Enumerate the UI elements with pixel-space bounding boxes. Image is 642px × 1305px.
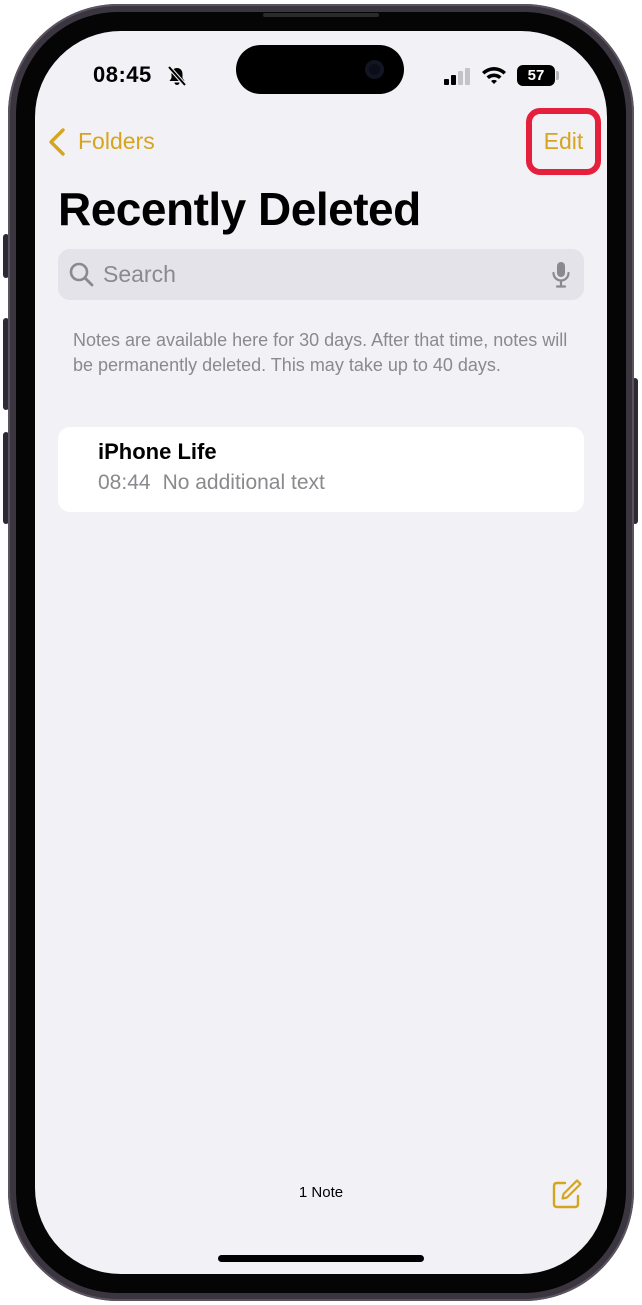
- bell-slash-icon: [166, 65, 188, 92]
- edit-button[interactable]: Edit: [532, 127, 595, 155]
- screen: 08:45 57 Folders Edit Recently Deleted S…: [35, 31, 607, 1274]
- note-title: iPhone Life: [98, 439, 217, 464]
- search-bar[interactable]: [58, 249, 584, 300]
- battery-icon: 57: [517, 65, 561, 86]
- back-label: Folders: [78, 128, 155, 154]
- compose-new-note-icon[interactable]: [551, 1178, 583, 1215]
- note-preview: No additional text: [162, 471, 325, 494]
- note-count: 1 Note: [298, 1184, 344, 1201]
- front-camera: [365, 60, 384, 79]
- page-title: Recently Deleted: [58, 183, 421, 235]
- search-input[interactable]: [103, 249, 533, 300]
- home-indicator[interactable]: [218, 1255, 424, 1262]
- note-meta: 08:44 No additional text: [98, 471, 325, 495]
- status-time: 08:45: [93, 62, 152, 87]
- chevron-left-icon: [47, 127, 67, 162]
- dynamic-island: [236, 45, 404, 94]
- battery-level: 57: [517, 65, 555, 86]
- note-list-item[interactable]: iPhone Life 08:44 No additional text: [58, 427, 584, 512]
- battery-cap: [556, 71, 559, 80]
- cellular-signal-icon: [444, 68, 472, 90]
- speaker-slot: [263, 13, 379, 17]
- note-time: 08:44: [98, 471, 151, 494]
- wifi-icon: [481, 65, 507, 90]
- search-icon: [69, 262, 95, 293]
- microphone-icon[interactable]: [551, 261, 571, 294]
- retention-info-text: Notes are available here for 30 days. Af…: [73, 330, 568, 375]
